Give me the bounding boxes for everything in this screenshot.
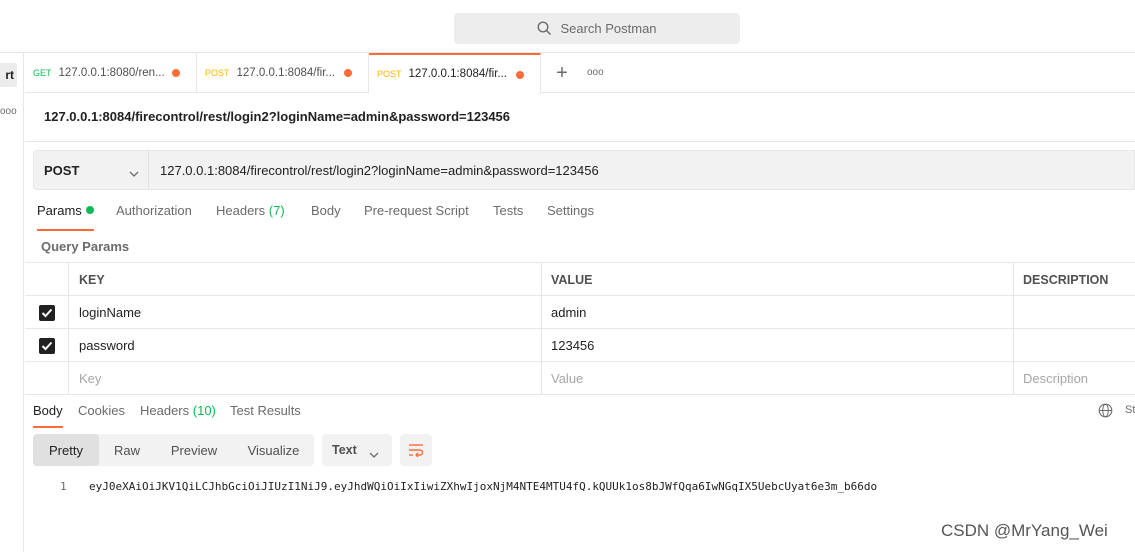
divider — [25, 141, 1135, 142]
tab-method: GET — [33, 68, 52, 78]
tab-method: POST — [205, 68, 230, 78]
request-tab[interactable]: GET 127.0.0.1:8080/ren... — [25, 53, 197, 93]
wrap-lines-button[interactable] — [400, 434, 432, 466]
tab-headers-label: Headers — [216, 203, 266, 218]
tab-params[interactable]: Params — [37, 203, 94, 231]
format-select[interactable]: Text — [322, 434, 392, 466]
status-label: St — [1125, 404, 1135, 416]
checkbox[interactable] — [38, 337, 55, 354]
query-params-label: Query Params — [41, 239, 130, 254]
active-dot-icon — [85, 206, 94, 214]
column-header-value: VALUE — [542, 263, 1014, 296]
unsaved-dot-icon — [172, 69, 180, 77]
tab-url: 127.0.0.1:8080/ren... — [58, 67, 165, 79]
new-tab-plus-icon[interactable]: + — [552, 61, 572, 85]
tab-response-headers-label: Headers — [140, 403, 190, 418]
request-title[interactable]: 127.0.0.1:8084/firecontrol/rest/login2?l… — [44, 109, 510, 124]
chevron-down-icon — [129, 165, 139, 180]
param-value[interactable]: 123456 — [542, 329, 1014, 362]
tab-method: POST — [377, 69, 402, 79]
tab-headers[interactable]: Headers (7) — [216, 203, 285, 231]
sidebar-start-button[interactable]: rt — [0, 63, 17, 87]
param-key[interactable]: loginName — [69, 296, 542, 329]
table-row-empty: Key Value Description — [25, 361, 1135, 395]
tab-tests[interactable]: Tests — [493, 203, 523, 231]
search-box[interactable]: Search Postman — [454, 13, 740, 44]
tab-params-label: Params — [37, 203, 82, 218]
param-description[interactable] — [1014, 296, 1135, 329]
param-key[interactable]: password — [69, 329, 542, 362]
url-input[interactable]: 127.0.0.1:8084/firecontrol/rest/login2?l… — [160, 151, 599, 189]
top-bar: Search Postman — [0, 0, 1135, 53]
request-tab-active[interactable]: POST 127.0.0.1:8084/fir... — [369, 53, 541, 93]
table-header-row: KEY VALUE DESCRIPTION — [25, 262, 1135, 296]
row-checkbox-cell — [25, 329, 69, 362]
unsaved-dot-icon — [516, 71, 524, 79]
tab-cookies[interactable]: Cookies — [78, 403, 125, 428]
format-value: Text — [332, 443, 357, 457]
method-value: POST — [44, 162, 80, 178]
view-mode-group: Pretty Raw Preview Visualize — [33, 434, 314, 466]
wrap-icon — [409, 444, 424, 457]
unsaved-dot-icon — [344, 69, 352, 77]
tab-response-body[interactable]: Body — [33, 403, 63, 428]
checkmark-icon — [41, 308, 52, 317]
response-body-text[interactable]: eyJ0eXAiOiJKV1QiLCJhbGciOiJIUzI1NiJ9.eyJ… — [89, 480, 877, 493]
watermark: CSDN @MrYang_Wei — [941, 521, 1108, 540]
search-icon — [537, 21, 552, 36]
tab-url: 127.0.0.1:8084/fir... — [236, 67, 335, 79]
search-placeholder: Search Postman — [560, 21, 657, 36]
headers-count: (7) — [268, 203, 285, 218]
header-check-cell — [25, 263, 69, 296]
request-tabs-bar: GET 127.0.0.1:8080/ren... POST 127.0.0.1… — [25, 53, 1135, 93]
row-checkbox-cell — [25, 296, 69, 329]
response-headers-count: (10) — [192, 403, 216, 418]
key-input[interactable]: Key — [69, 362, 542, 395]
param-description[interactable] — [1014, 329, 1135, 362]
mode-preview[interactable]: Preview — [155, 434, 233, 466]
method-select[interactable]: POST — [34, 151, 149, 189]
param-value[interactable]: admin — [542, 296, 1014, 329]
tab-url: 127.0.0.1:8084/fir... — [408, 68, 507, 80]
tabs-more-icon[interactable]: ooo — [587, 65, 604, 81]
row-checkbox-cell — [25, 362, 69, 395]
url-bar: POST 127.0.0.1:8084/firecontrol/rest/log… — [33, 150, 1135, 190]
request-tab[interactable]: POST 127.0.0.1:8084/fir... — [197, 53, 369, 93]
tab-body[interactable]: Body — [311, 203, 341, 231]
tab-response-headers[interactable]: Headers (10) — [140, 403, 216, 428]
checkmark-icon — [41, 341, 52, 350]
globe-icon[interactable] — [1098, 403, 1113, 421]
left-sidebar: rt ooo — [0, 53, 24, 552]
line-number: 1 — [60, 480, 67, 493]
value-input[interactable]: Value — [542, 362, 1014, 395]
sidebar-more-icon[interactable]: ooo — [0, 107, 17, 117]
description-input[interactable]: Description — [1014, 362, 1135, 395]
tab-test-results[interactable]: Test Results — [230, 403, 301, 428]
tab-settings[interactable]: Settings — [547, 203, 594, 231]
column-header-description: DESCRIPTION — [1023, 272, 1109, 287]
chevron-down-icon — [369, 447, 379, 461]
table-row: password 123456 — [25, 328, 1135, 362]
mode-visualize[interactable]: Visualize — [233, 434, 314, 466]
column-header-key: KEY — [69, 263, 542, 296]
mode-raw[interactable]: Raw — [99, 434, 155, 466]
divider — [25, 394, 1135, 395]
tab-authorization[interactable]: Authorization — [116, 203, 192, 231]
mode-pretty[interactable]: Pretty — [33, 434, 99, 466]
tab-prerequest-script[interactable]: Pre-request Script — [364, 203, 469, 231]
table-row: loginName admin — [25, 295, 1135, 329]
checkbox[interactable] — [38, 304, 55, 321]
